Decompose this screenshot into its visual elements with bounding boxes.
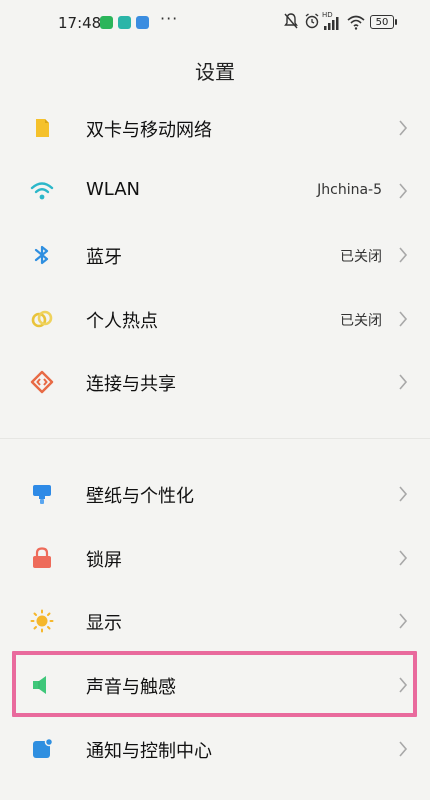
chevron-right-icon: [399, 183, 408, 199]
sim-card-icon: [36, 119, 49, 137]
notification-center-icon: [33, 737, 54, 758]
settings-item-dual-sim-mobile-network[interactable]: 双卡与移动网络: [0, 98, 430, 160]
wallpaper-icon: [33, 485, 51, 504]
lock-icon: [33, 547, 51, 568]
signal-icon: [324, 17, 339, 30]
settings-item-label: 通知与控制中心: [86, 741, 212, 762]
settings-item-label: 锁屏: [86, 550, 122, 571]
settings-item-value: 已关闭: [340, 249, 382, 265]
settings-item-notification-control-center[interactable]: 通知与控制中心: [0, 719, 430, 781]
settings-item-connection-sharing[interactable]: 连接与共享: [0, 352, 430, 414]
chevron-right-icon: [399, 613, 408, 629]
highlight-box: [12, 651, 417, 717]
settings-item-wallpaper-personalization[interactable]: 壁纸与个性化: [0, 464, 430, 526]
more-notifications-icon: ···: [160, 9, 179, 28]
settings-item-display[interactable]: 显示: [0, 591, 430, 653]
settings-item-label: WLAN: [86, 179, 141, 200]
wifi-icon: [30, 182, 54, 200]
alarm-icon: [305, 13, 319, 29]
settings-item-label: 连接与共享: [86, 374, 176, 395]
app-notification-icon: [100, 16, 113, 29]
wifi-status-icon: [347, 15, 365, 30]
chevron-right-icon: [399, 311, 408, 327]
chevron-right-icon: [399, 486, 408, 502]
settings-item-wlan[interactable]: WLAN Jhchina-5: [0, 161, 430, 223]
mute-icon: [284, 13, 298, 29]
settings-item-bluetooth[interactable]: 蓝牙 已关闭: [0, 225, 430, 287]
chevron-right-icon: [399, 120, 408, 136]
connection-share-icon: [30, 370, 54, 394]
status-time: 17:48: [58, 14, 102, 32]
settings-item-label: 双卡与移动网络: [86, 120, 212, 141]
app-notification-icon: [136, 16, 149, 29]
page-title: 设置: [195, 60, 235, 84]
bluetooth-icon: [34, 245, 49, 265]
app-notification-icon: [118, 16, 131, 29]
settings-item-value: Jhchina-5: [317, 182, 382, 198]
chevron-right-icon: [399, 374, 408, 390]
chevron-right-icon: [399, 247, 408, 263]
settings-item-label: 蓝牙: [86, 247, 122, 268]
chevron-right-icon: [399, 550, 408, 566]
settings-item-label: 个人热点: [86, 311, 158, 332]
hotspot-icon: [31, 310, 53, 328]
brightness-icon: [30, 609, 54, 633]
settings-item-label: 壁纸与个性化: [86, 486, 194, 507]
battery-icon: 50: [370, 15, 397, 29]
status-bar: 17:48 ··· HD 50: [0, 0, 430, 44]
settings-item-personal-hotspot[interactable]: 个人热点 已关闭: [0, 289, 430, 351]
section-divider: [0, 438, 430, 439]
settings-item-lock-screen[interactable]: 锁屏: [0, 528, 430, 590]
settings-item-label: 显示: [86, 613, 122, 634]
settings-item-value: 已关闭: [340, 313, 382, 329]
chevron-right-icon: [399, 741, 408, 757]
